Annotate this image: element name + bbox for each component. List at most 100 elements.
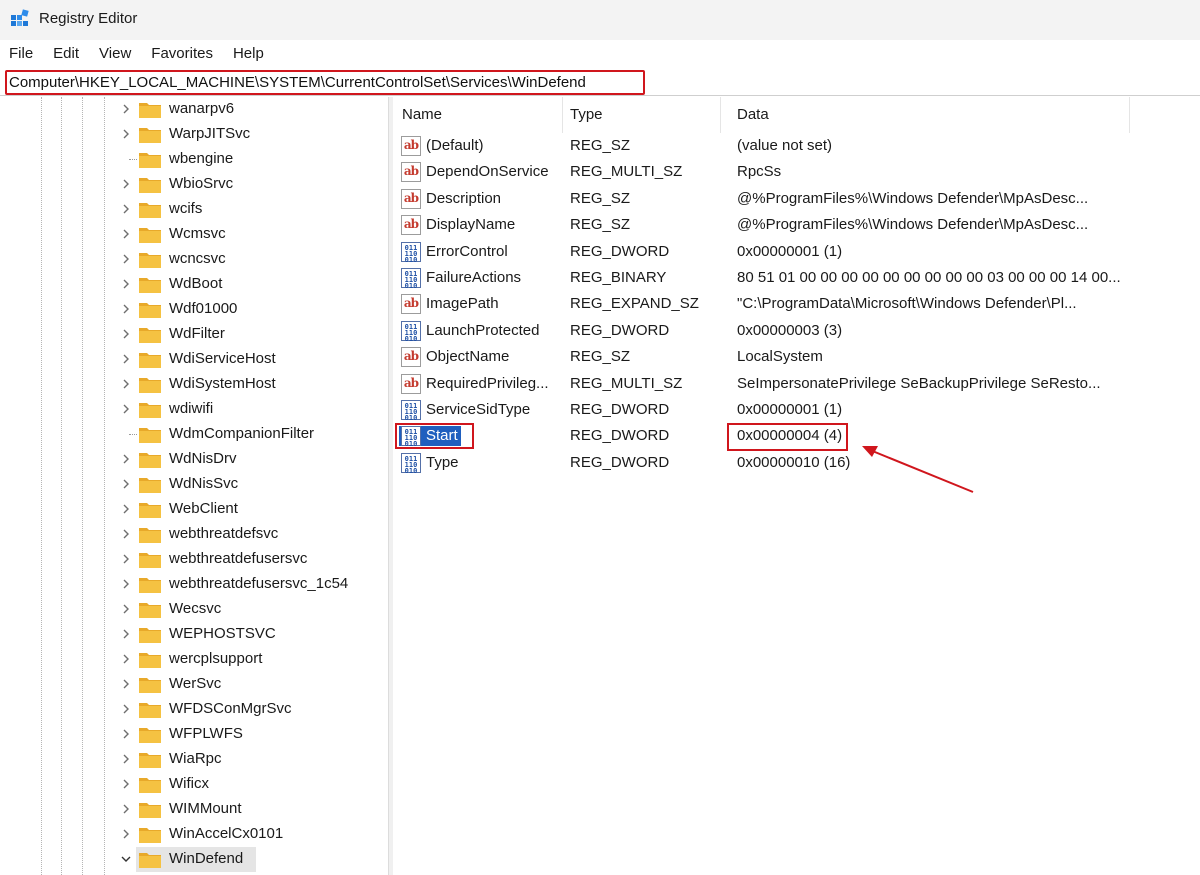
tree-item[interactable]: wdiwifi	[0, 397, 380, 422]
value-name: ImagePath	[426, 295, 499, 313]
tree-item[interactable]: webthreatdefusersvc_1c54	[0, 572, 380, 597]
menu-favorites[interactable]: Favorites	[141, 42, 223, 66]
chevron-right-icon[interactable]	[119, 827, 133, 841]
tree-item[interactable]: Wdf01000	[0, 297, 380, 322]
chevron-right-icon[interactable]	[119, 352, 133, 366]
column-header-data[interactable]: Data	[728, 97, 1130, 133]
tree-item[interactable]: webthreatdefusersvc	[0, 547, 380, 572]
tree-item[interactable]: Wecsvc	[0, 597, 380, 622]
tree-item[interactable]: WinDefend	[0, 847, 380, 872]
address-input[interactable]: Computer\HKEY_LOCAL_MACHINE\SYSTEM\Curre…	[5, 70, 645, 95]
chevron-down-icon[interactable]	[119, 852, 133, 866]
value-row[interactable]: 011 110 010 ErrorControl REG_DWORD 0x00000001…	[393, 239, 1200, 265]
tree-item[interactable]: WdNisSvc	[0, 472, 380, 497]
chevron-right-icon[interactable]	[119, 777, 133, 791]
chevron-right-icon[interactable]	[119, 252, 133, 266]
chevron-right-icon[interactable]	[119, 602, 133, 616]
chevron-right-icon[interactable]	[119, 452, 133, 466]
chevron-right-icon[interactable]	[119, 702, 133, 716]
value-type: REG_DWORD	[570, 401, 670, 418]
tree-item-label: Wcmsvc	[169, 225, 226, 242]
tree-item-label: WIMMount	[169, 800, 242, 817]
value-row[interactable]: 011 110 010 ServiceSidType REG_DWORD 0x000000…	[393, 397, 1200, 423]
value-row[interactable]: ab ObjectName REG_SZ LocalSystem	[393, 344, 1200, 370]
tree-item-label: wercplsupport	[169, 650, 263, 667]
chevron-right-icon[interactable]	[119, 277, 133, 291]
binary-value-icon: 011 110 010	[401, 241, 421, 263]
tree-item[interactable]: wcncsvc	[0, 247, 380, 272]
value-row[interactable]: ab ImagePath REG_EXPAND_SZ "C:\ProgramData\…	[393, 291, 1200, 317]
tree-item[interactable]: WbioSrvc	[0, 172, 380, 197]
tree-item[interactable]: WdmCompanionFilter	[0, 422, 380, 447]
tree-item[interactable]: WIMMount	[0, 797, 380, 822]
tree-item-label: wanarpv6	[169, 100, 235, 117]
tree-item[interactable]: WdNisDrv	[0, 447, 380, 472]
tree-item[interactable]: wanarpv6	[0, 97, 380, 122]
chevron-right-icon[interactable]	[119, 802, 133, 816]
tree-item[interactable]: WiaRpc	[0, 747, 380, 772]
value-row[interactable]: 011 110 010 FailureActions REG_BINARY 80 51 0…	[393, 265, 1200, 291]
chevron-right-icon[interactable]	[119, 627, 133, 641]
value-row[interactable]: ab DisplayName REG_SZ @%ProgramFiles%\Windo…	[393, 212, 1200, 238]
column-header-type[interactable]: Type	[561, 97, 721, 133]
value-row[interactable]: ab Description REG_SZ @%ProgramFiles%\Windo…	[393, 186, 1200, 212]
folder-icon	[138, 650, 162, 669]
chevron-right-icon[interactable]	[119, 477, 133, 491]
value-row[interactable]: ab RequiredPrivileg... REG_MULTI_SZ SeImper…	[393, 371, 1200, 397]
folder-icon	[138, 525, 162, 544]
chevron-right-icon[interactable]	[119, 727, 133, 741]
tree-item[interactable]: WdBoot	[0, 272, 380, 297]
chevron-right-icon[interactable]	[119, 102, 133, 116]
tree-item-label: webthreatdefsvc	[169, 525, 279, 542]
tree-item[interactable]: WebClient	[0, 497, 380, 522]
tree-item[interactable]: wcifs	[0, 197, 380, 222]
tree-item-label: webthreatdefusersvc_1c54	[169, 575, 349, 592]
tree-item[interactable]: WdiServiceHost	[0, 347, 380, 372]
chevron-right-icon[interactable]	[119, 402, 133, 416]
chevron-right-icon[interactable]	[119, 527, 133, 541]
tree-item[interactable]: WinAccelCx0101	[0, 822, 380, 847]
value-row[interactable]: ab DependOnService REG_MULTI_SZ RpcSs	[393, 159, 1200, 185]
value-row[interactable]: 011 110 010 LaunchProtected REG_DWORD 0x00000…	[393, 318, 1200, 344]
tree-item[interactable]: WerSvc	[0, 672, 380, 697]
chevron-right-icon[interactable]	[119, 752, 133, 766]
menu-file[interactable]: File	[0, 42, 43, 66]
tree-item[interactable]: WFDSConMgrSvc	[0, 697, 380, 722]
value-row[interactable]: ab (Default) REG_SZ (value not set)	[393, 133, 1200, 159]
chevron-right-icon[interactable]	[119, 577, 133, 591]
value-row[interactable]: 011 110 010 Start REG_DWORD 0x00000004 (4)	[393, 423, 1200, 452]
chevron-right-icon[interactable]	[119, 302, 133, 316]
menu-help[interactable]: Help	[223, 42, 274, 66]
menu-view[interactable]: View	[89, 42, 141, 66]
chevron-right-icon[interactable]	[119, 377, 133, 391]
value-name: FailureActions	[426, 269, 522, 286]
chevron-right-icon[interactable]	[119, 227, 133, 241]
tree-item[interactable]: wbengine	[0, 147, 380, 172]
tree-item[interactable]: WdiSystemHost	[0, 372, 380, 397]
tree-item[interactable]: WdFilter	[0, 322, 380, 347]
tree-item[interactable]: WEPHOSTSVC	[0, 622, 380, 647]
chevron-right-icon[interactable]	[119, 652, 133, 666]
chevron-right-icon[interactable]	[119, 502, 133, 516]
chevron-right-icon[interactable]	[119, 202, 133, 216]
tree-item[interactable]: Wificx	[0, 772, 380, 797]
tree-item[interactable]: WFPLWFS	[0, 722, 380, 747]
chevron-right-icon[interactable]	[119, 552, 133, 566]
binary-value-icon: 011 110 010	[401, 400, 421, 422]
tree-item[interactable]: Wcmsvc	[0, 222, 380, 247]
value-data: 0x00000001 (1)	[737, 401, 843, 418]
key-tree-pane[interactable]: wanarpv6 WarpJITSvc wbengine WbioSrvc wcifs W…	[0, 97, 385, 875]
tree-item-label: WebClient	[169, 500, 238, 517]
tree-item[interactable]: WarpJITSvc	[0, 122, 380, 147]
column-header-name[interactable]: Name	[393, 97, 563, 133]
value-row[interactable]: 011 110 010 Type REG_DWORD 0x00000010 (16)	[393, 450, 1200, 476]
string-value-icon: ab	[401, 347, 421, 368]
tree-item[interactable]: webthreatdefsvc	[0, 522, 380, 547]
string-value-icon: ab	[401, 294, 421, 315]
chevron-right-icon[interactable]	[119, 127, 133, 141]
tree-item[interactable]: wercplsupport	[0, 647, 380, 672]
chevron-right-icon[interactable]	[119, 327, 133, 341]
chevron-right-icon[interactable]	[119, 677, 133, 691]
chevron-right-icon[interactable]	[119, 177, 133, 191]
menu-edit[interactable]: Edit	[43, 42, 89, 66]
